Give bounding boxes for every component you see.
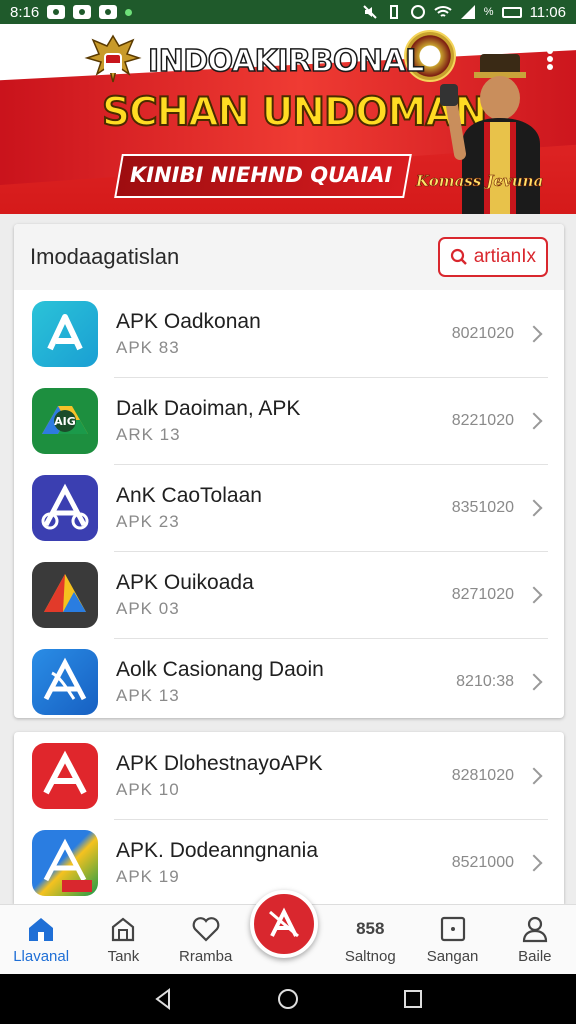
list-item[interactable]: AIG Dalk Daoiman, APK ARK 13 8221020: [14, 377, 564, 464]
app-version: APK 13: [116, 685, 180, 705]
signal-icon: [460, 5, 475, 19]
status-time: 8:16: [10, 3, 40, 21]
app-code: 8210:38: [456, 672, 514, 690]
app-name: APK DlohestnayoAPK: [116, 751, 323, 775]
app-code: 8521000: [451, 853, 514, 871]
app-code: 8351020: [451, 498, 514, 516]
app-code: 8021020: [451, 324, 514, 342]
app-name: Aolk Casionang Daoin: [116, 657, 324, 681]
nav-item-favorites[interactable]: Rramba: [165, 905, 247, 974]
crossed-apk-icon: [269, 907, 299, 938]
arrow-left-icon: [19, 45, 44, 69]
app-version: APK 23: [116, 511, 180, 531]
person-icon: [522, 916, 547, 943]
apk-list-card-secondary: APK DlohestnayoAPK APK 10 8281020 APK. D…: [14, 732, 564, 904]
app-version: ARK 13: [116, 424, 181, 444]
status-dot-icon: [125, 8, 133, 16]
card-title: Imodaagatislan: [30, 244, 180, 269]
garuda-emblem-icon: [84, 34, 142, 83]
app-version: APK 03: [116, 598, 180, 618]
nav-item-tank[interactable]: Tank: [82, 905, 164, 974]
app-name: APK Oadkonan: [116, 309, 261, 333]
chevron-right-icon: [525, 586, 543, 603]
list-item[interactable]: APK Oadkonan APK 83 8021020: [14, 290, 564, 377]
grid-text-icon: 858: [356, 919, 385, 938]
apk-app-icon-indigo: [32, 474, 98, 541]
apk-app-icon-gradient: [32, 829, 98, 896]
list-item[interactable]: Aolk Casionang Daoin APK 13 8210:38: [14, 638, 564, 725]
search-button[interactable]: artianIx: [437, 237, 548, 277]
apk-app-icon-teal: [32, 300, 98, 367]
chevron-right-icon: [525, 499, 543, 516]
chevron-right-icon: [525, 854, 543, 871]
nav-item-saltnog[interactable]: 858 Saltnog: [329, 905, 411, 974]
app-code: 8281020: [451, 766, 514, 784]
heart-icon: [192, 917, 220, 942]
app-name: APK. Dodeanngnania: [116, 838, 318, 862]
mute-icon: [363, 5, 377, 19]
store-icon: [112, 917, 135, 942]
app-code: 8221020: [451, 411, 514, 429]
notification-icon: [47, 5, 66, 19]
list-item[interactable]: APK DlohestnayoAPK APK 10 8281020: [14, 732, 564, 819]
system-home-icon[interactable]: [276, 987, 300, 1011]
system-back-icon[interactable]: [151, 987, 175, 1011]
more-options-button[interactable]: [542, 42, 558, 76]
dot-icon: [547, 48, 553, 54]
back-button[interactable]: [18, 42, 52, 76]
nav-label: Saltnog: [344, 948, 396, 965]
status-time-right: 11:06: [529, 3, 566, 21]
chevron-right-icon: [525, 767, 543, 784]
search-icon: [450, 248, 467, 265]
alarm-icon: [410, 5, 425, 19]
apk-app-icon-dark: [32, 561, 98, 628]
chevron-right-icon: [525, 673, 543, 690]
card-header: Imodaagatislan artianIx: [14, 224, 564, 290]
app-version: APK 10: [116, 779, 180, 799]
battery-percent: %: [483, 6, 494, 18]
svg-text:AIG: AIG: [54, 415, 76, 428]
chevron-right-icon: [525, 325, 543, 342]
dot-icon: [547, 64, 553, 70]
nav-item-profile[interactable]: Baile: [494, 905, 576, 974]
square-message-icon: [440, 916, 465, 942]
center-action-button[interactable]: [250, 890, 318, 958]
banner-corner-label: Komass Jevuna: [416, 172, 544, 191]
dot-icon: [547, 56, 553, 62]
apk-app-icon-red: [32, 742, 98, 809]
home-icon: [29, 918, 54, 941]
app-name: AnK CaoTolaan: [116, 483, 262, 507]
banner-title-line1: INDOAKIRBONAL: [147, 43, 425, 80]
vibrate-icon: [389, 5, 398, 19]
apk-app-icon-blue: [32, 648, 98, 715]
list-item[interactable]: APK Ouikoada APK 03 8271020: [14, 551, 564, 638]
app-name: APK Ouikoada: [116, 570, 254, 594]
battery-icon: [501, 6, 522, 18]
notification-icon: [73, 5, 92, 19]
banner-title-line2: SCHAN UNDOMAN: [101, 89, 488, 136]
wifi-icon: [434, 6, 452, 17]
search-button-label: artianIx: [473, 246, 536, 267]
notification-icon: [99, 5, 118, 19]
chevron-right-icon: [525, 412, 543, 429]
list-item[interactable]: AnK CaoTolaan APK 23 8351020: [14, 464, 564, 551]
status-bar: 8:16 % 11:06: [0, 0, 576, 24]
nav-item-home[interactable]: Llavanal: [0, 905, 82, 974]
system-navigation-bar: [0, 974, 576, 1024]
hero-banner: INDOAKIRBONAL SCHAN UNDOMAN KINIBI NIEHN…: [0, 24, 576, 214]
nav-label: Sangan: [426, 948, 479, 965]
app-code: 8271020: [451, 585, 514, 603]
nav-label: Tank: [107, 948, 140, 965]
banner-subtitle: KINIBI NIEHND QUAIAI: [130, 163, 393, 187]
nav-label: Baile: [518, 948, 552, 965]
nav-label: Llavanal: [13, 948, 70, 965]
app-version: APK 19: [116, 866, 180, 886]
nav-item-sangan[interactable]: Sangan: [411, 905, 493, 974]
nav-label: Rramba: [179, 948, 233, 965]
apk-app-icon-drive: AIG: [32, 387, 98, 454]
apk-list-card: Imodaagatislan artianIx APK Oadkonan APK…: [14, 224, 564, 718]
app-version: APK 83: [116, 337, 180, 357]
app-name: Dalk Daoiman, APK: [116, 396, 301, 420]
system-recents-icon[interactable]: [401, 987, 425, 1011]
